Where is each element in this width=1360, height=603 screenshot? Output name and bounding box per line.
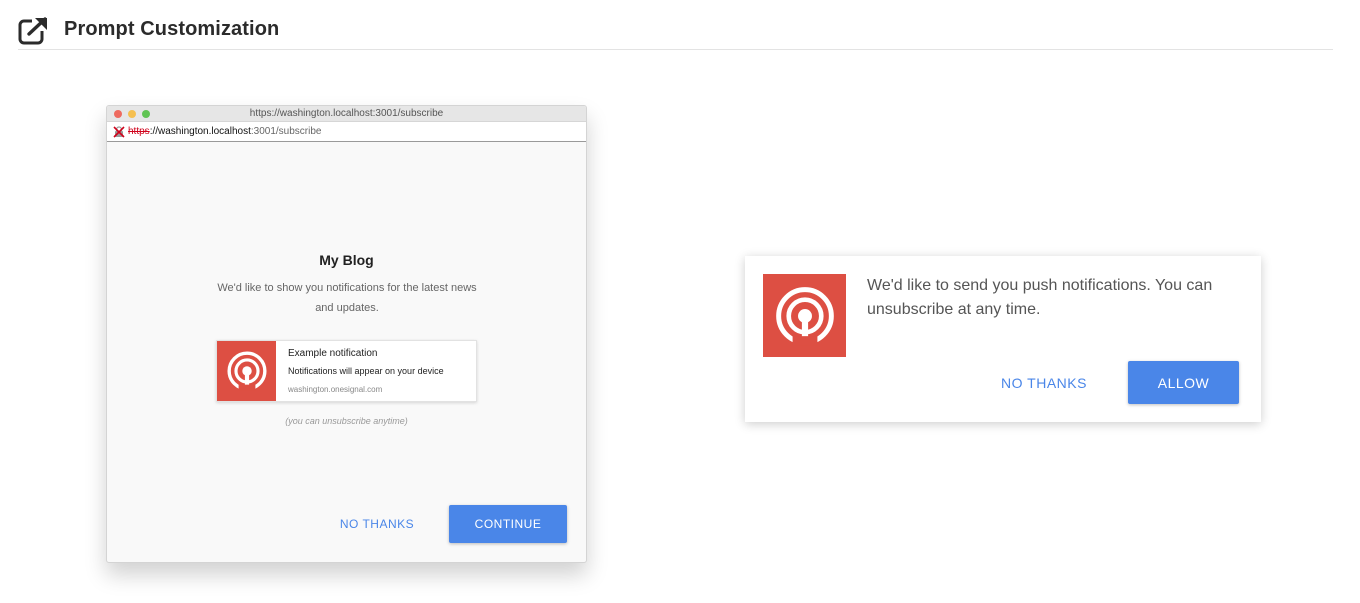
notification-title: Example notification — [288, 348, 378, 359]
allow-button[interactable]: Allow — [1128, 361, 1239, 404]
page-header: Prompt Customization — [18, 14, 1333, 50]
unsubscribe-note: (you can unsubscribe anytime) — [285, 416, 408, 426]
insecure-lock-icon — [113, 125, 125, 138]
url-host: ://washington.localhost — [149, 126, 251, 137]
url-scheme: https — [128, 126, 150, 137]
card-text: Example notification Notifications will … — [276, 341, 444, 401]
card-icon-box — [217, 341, 276, 401]
titlebar-url: https://washington.localhost:3001/subscr… — [249, 108, 444, 119]
prompt-no-thanks-button[interactable]: No Thanks — [985, 368, 1103, 398]
url-path: :3001/subscribe — [250, 126, 322, 137]
notification-domain: washington.onesignal.com — [288, 385, 383, 394]
onesignal-icon — [226, 351, 267, 391]
browser-titlebar: https://washington.localhost:3001/subscr… — [107, 106, 586, 122]
blog-title: My Blog — [319, 252, 374, 268]
page-title: Prompt Customization — [64, 18, 280, 40]
no-thanks-button[interactable]: No Thanks — [332, 512, 422, 536]
prompt-icon-box — [763, 274, 846, 357]
prompt-message: We'd like to send you push notifications… — [867, 277, 1213, 318]
continue-button[interactable]: Continue — [449, 505, 567, 543]
address-bar[interactable]: https://washington.localhost:3001/subscr… — [107, 122, 586, 142]
example-notification-card: Example notification Notifications will … — [216, 340, 477, 402]
external-link-icon — [18, 17, 48, 45]
blog-message: We'd like to show you notifications for … — [217, 282, 477, 314]
onesignal-icon — [775, 286, 834, 345]
browser-window: https://washington.localhost:3001/subscr… — [106, 105, 587, 563]
native-prompt-dialog: We'd like to send you push notifications… — [745, 256, 1261, 422]
notification-body: Notifications will appear on your device — [288, 366, 444, 376]
